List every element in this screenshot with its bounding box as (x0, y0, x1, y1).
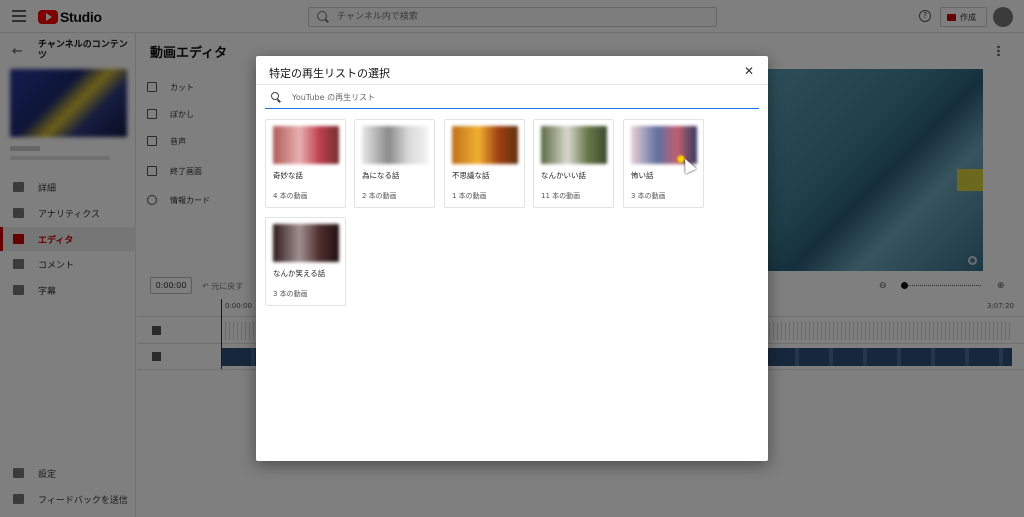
playlist-count: 2 本の動画 (362, 192, 397, 200)
playlist-thumbnail (273, 126, 339, 164)
playlist-name: 奇妙な話 (273, 171, 303, 180)
playlist-name: 不思議な話 (452, 171, 490, 180)
search-icon (271, 92, 279, 100)
dialog-divider (256, 84, 768, 85)
playlist-thumbnail (362, 126, 428, 164)
playlist-card[interactable]: 不思議な話 1 本の動画 (444, 119, 525, 208)
playlist-count: 3 本の動画 (273, 290, 308, 298)
playlist-card[interactable]: なんかいい話 11 本の動画 (533, 119, 614, 208)
playlist-thumbnail (541, 126, 607, 164)
playlist-count: 1 本の動画 (452, 192, 487, 200)
playlist-card[interactable]: 奇妙な話 4 本の動画 (265, 119, 346, 208)
playlist-name: 怖い話 (631, 171, 654, 180)
dialog-title: 特定の再生リストの選択 (269, 67, 390, 80)
playlist-thumbnail (452, 126, 518, 164)
playlist-count: 4 本の動画 (273, 192, 308, 200)
playlist-card[interactable]: 為になる話 2 本の動画 (354, 119, 435, 208)
playlist-name: 為になる話 (362, 171, 400, 180)
playlist-card[interactable]: なんか笑える話 3 本の動画 (265, 217, 346, 306)
playlist-search-input[interactable] (292, 90, 732, 104)
playlist-count: 11 本の動画 (541, 192, 581, 200)
playlist-name: なんかいい話 (541, 171, 586, 180)
playlist-name: なんか笑える話 (273, 269, 326, 278)
close-icon[interactable]: ✕ (742, 64, 756, 78)
playlist-select-dialog: 特定の再生リストの選択 ✕ 奇妙な話 4 本の動画 為になる話 2 本の動画 不… (256, 56, 768, 461)
playlist-thumbnail (273, 224, 339, 262)
playlist-count: 3 本の動画 (631, 192, 666, 200)
playlist-search (265, 88, 759, 109)
